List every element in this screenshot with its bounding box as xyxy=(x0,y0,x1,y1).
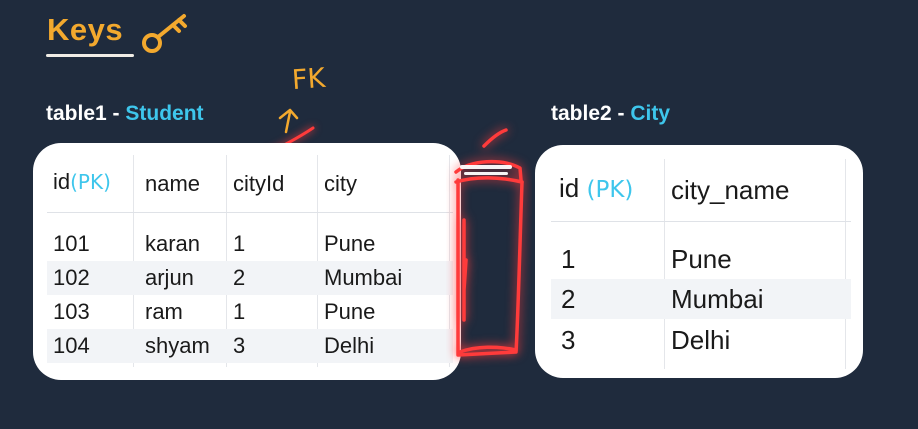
table-row: 104 shyam 3 Delhi xyxy=(47,329,453,363)
table2-label: table2 xyxy=(551,102,612,125)
table-row: 3 Delhi xyxy=(551,319,851,361)
table-cell: 2 xyxy=(233,265,246,290)
table1-name: Student xyxy=(125,102,204,125)
table2-heading: table2 - City xyxy=(551,102,670,126)
city-table: id (PK) city_name 1 Pune 2 Mumbai 3 Delh… xyxy=(551,159,851,369)
table-cell: ram xyxy=(145,299,183,324)
table-cell: 2 xyxy=(561,284,576,314)
table-cell: karan xyxy=(145,231,201,256)
table-cell: 103 xyxy=(53,299,90,324)
table-cell: Pune xyxy=(671,244,732,274)
column-header: city xyxy=(324,171,357,196)
table1-heading: table1 - Student xyxy=(46,102,204,126)
column-header-label: id xyxy=(53,169,71,194)
column-header: id (PK) xyxy=(559,173,633,204)
pk-note: (PK) xyxy=(70,170,111,194)
table-cell: 101 xyxy=(53,231,90,256)
table-row: 2 Mumbai xyxy=(551,279,851,319)
student-header-row: id(PK) name cityId city xyxy=(47,169,453,201)
city-table-card: id (PK) city_name 1 Pune 2 Mumbai 3 Delh… xyxy=(535,145,863,378)
table-cell: Pune xyxy=(324,299,376,324)
table2-name: City xyxy=(630,102,671,125)
student-table: id(PK) name cityId city 101 karan 1 Pune… xyxy=(47,155,453,367)
table-cell: arjun xyxy=(145,265,194,290)
table-row: 101 karan 1 Pune xyxy=(47,227,453,261)
table-cell: Mumbai xyxy=(671,284,764,314)
table-cell: Mumbai xyxy=(324,265,403,290)
table-cell: shyam xyxy=(145,333,210,358)
table-cell: 1 xyxy=(233,299,246,324)
table1-separator: - xyxy=(112,102,120,125)
table-cell: 3 xyxy=(233,333,246,358)
key-icon xyxy=(142,14,187,53)
column-header: id(PK) xyxy=(53,169,111,195)
table-cell: 1 xyxy=(561,244,576,274)
table-cell: Delhi xyxy=(324,333,375,358)
fk-annotation: FK xyxy=(290,62,327,97)
table-row: 103 ram 1 Pune xyxy=(47,295,453,329)
table-cell: Pune xyxy=(324,231,376,256)
table-row: 1 Pune xyxy=(551,237,851,279)
pk-note: (PK) xyxy=(586,177,634,203)
column-header: name xyxy=(145,171,201,196)
city-header-row: id (PK) city_name xyxy=(551,173,851,207)
page-title: Keys xyxy=(47,12,124,47)
new-column-highlight xyxy=(454,128,524,357)
table2-separator: - xyxy=(617,102,625,125)
table-cell: Delhi xyxy=(671,325,731,355)
table-cell: 104 xyxy=(53,333,90,358)
column-header: city_name xyxy=(671,175,790,205)
student-table-card: id(PK) name cityId city 101 karan 1 Pune… xyxy=(33,143,461,380)
table1-label: table1 xyxy=(46,102,107,125)
column-header: cityId xyxy=(233,171,285,196)
table-cell: 1 xyxy=(233,231,246,256)
column-header-label: id xyxy=(559,173,580,203)
table-cell: 3 xyxy=(561,325,576,355)
table-cell: 102 xyxy=(53,265,90,290)
table-row: 102 arjun 2 Mumbai xyxy=(47,261,453,295)
title-underline xyxy=(46,54,134,57)
